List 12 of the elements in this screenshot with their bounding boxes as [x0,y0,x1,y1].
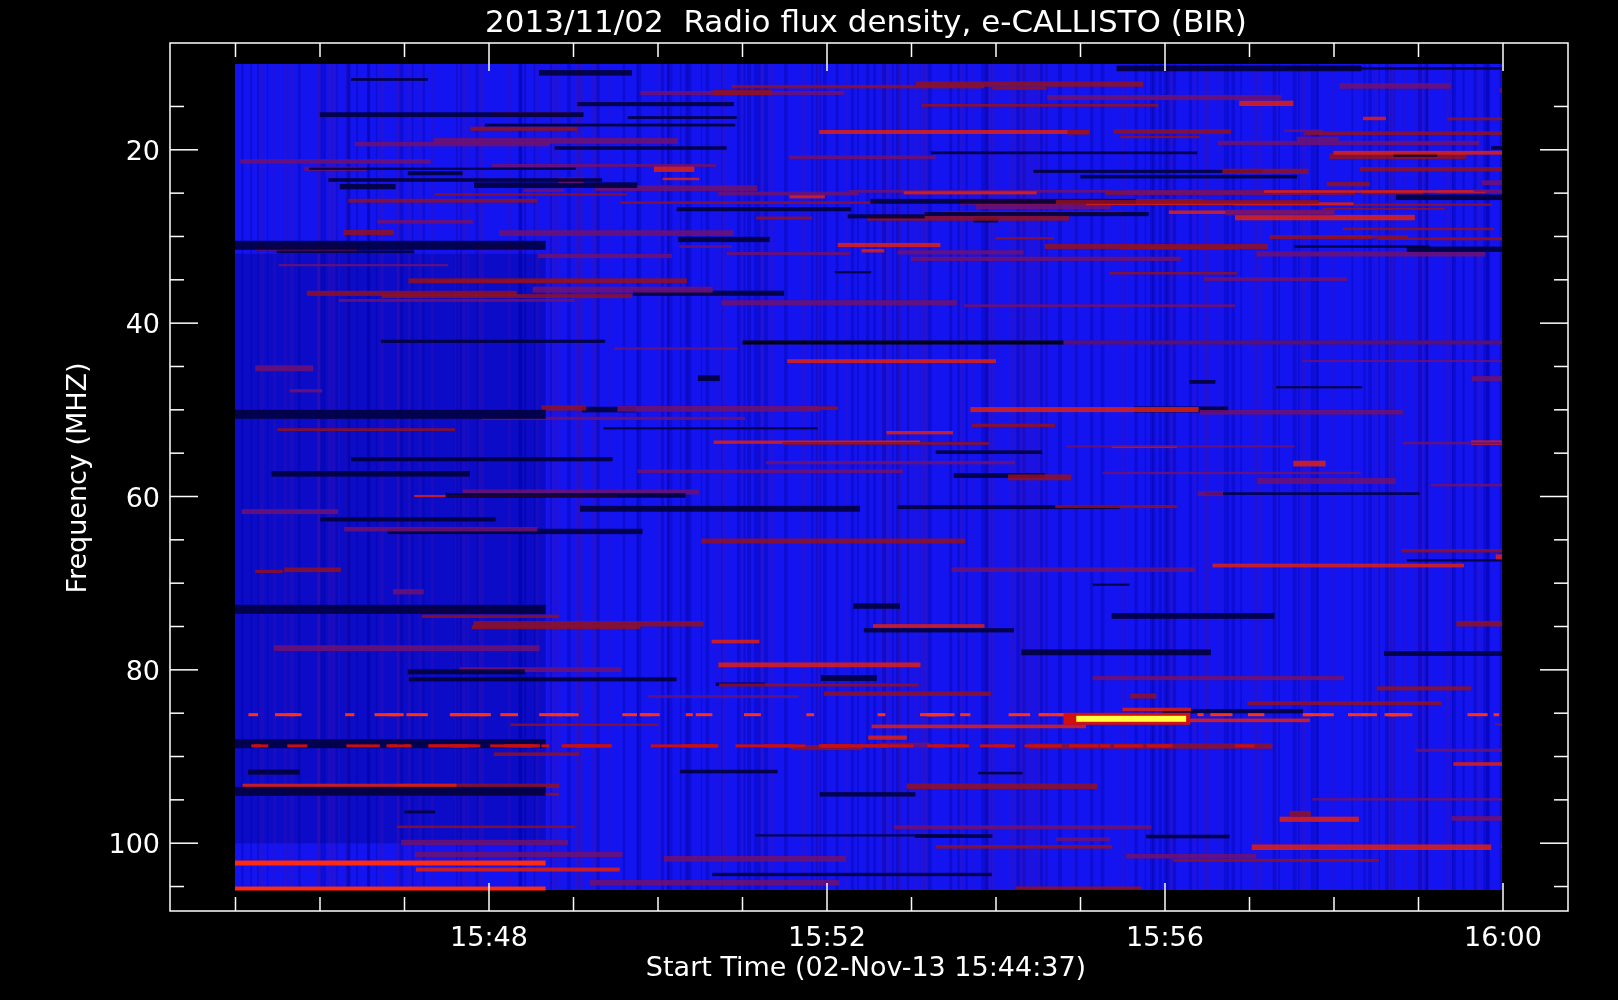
x-tick-label: 15:52 [788,921,866,952]
y-axis-label: Frequency (MHZ) [61,362,92,594]
x-tick-label: 15:56 [1126,921,1204,952]
x-tick-label: 15:48 [450,921,528,952]
chart-title: 2013/11/02 Radio flux density, e-CALLISTO (BIR) [485,3,1247,39]
x-axis-label: Start Time (02-Nov-13 15:44:37) [645,951,1087,982]
y-tick-label: 20 [125,134,160,166]
y-tick-label: 40 [125,308,160,340]
y-tick-label: 60 [125,481,160,513]
x-tick-label: 16:00 [1464,921,1542,952]
y-tick-label: 80 [125,654,160,686]
y-tick-label: 100 [108,828,160,860]
